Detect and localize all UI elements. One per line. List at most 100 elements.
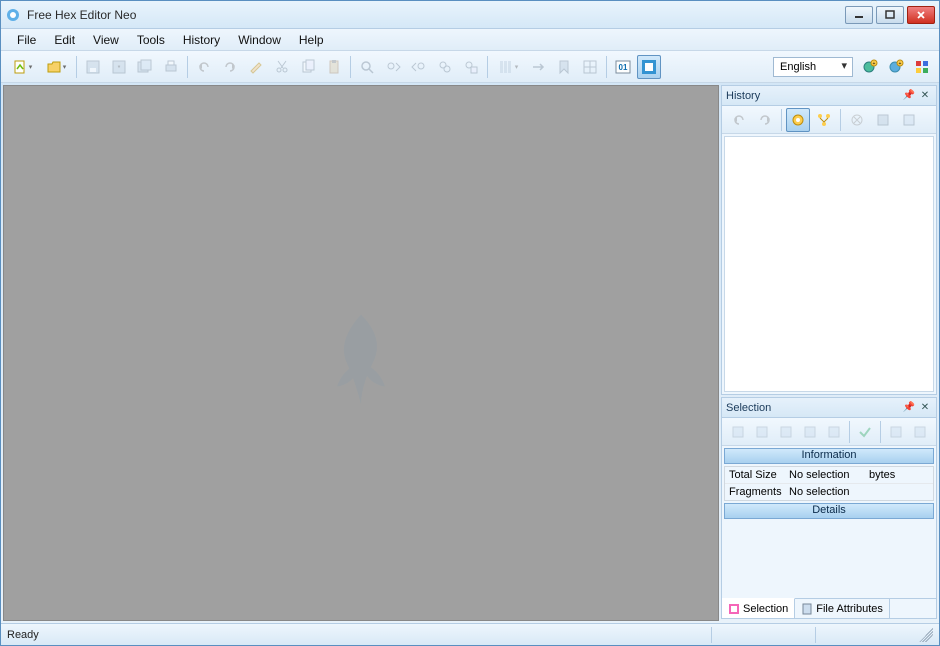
sel4-button [799, 420, 821, 444]
selection-panel: Selection 📌 ✕ Information Total Size No … [721, 397, 937, 619]
flags-button[interactable] [910, 55, 934, 79]
toolbar-separator [487, 56, 488, 78]
undo-button [192, 55, 216, 79]
columns-button: ▾ [492, 55, 524, 79]
toolbar-separator [840, 109, 841, 131]
language-value: English [780, 61, 816, 73]
sel1-button [727, 420, 749, 444]
bookmark-button [552, 55, 576, 79]
editor-workspace [3, 85, 719, 621]
copy-button [296, 55, 320, 79]
undo-sm-button [727, 108, 751, 132]
history-panel: History 📌 ✕ [721, 85, 937, 395]
selection-tabs: Selection File Attributes [722, 598, 936, 618]
toolbar-separator [849, 421, 850, 443]
toolbar-separator [187, 56, 188, 78]
menu-view[interactable]: View [85, 31, 127, 49]
main-toolbar: ▾ ▾ * ▾ 01 English + + [1, 51, 939, 83]
minimize-button[interactable] [845, 6, 873, 24]
grid-button [578, 55, 602, 79]
check-button [854, 420, 876, 444]
history-title: History [726, 90, 900, 102]
sel5-button [823, 420, 845, 444]
resize-grip[interactable] [919, 628, 933, 642]
close-panel-icon[interactable]: ✕ [918, 401, 932, 415]
language-combo[interactable]: English [773, 57, 853, 77]
svg-text:*: * [118, 65, 121, 72]
hist-tree-button[interactable] [812, 108, 836, 132]
save-button [81, 55, 105, 79]
details-body [724, 521, 934, 596]
selection-title: Selection [726, 402, 900, 414]
window-title: Free Hex Editor Neo [27, 8, 845, 22]
maximize-button[interactable] [876, 6, 904, 24]
replace-button [433, 55, 457, 79]
hist-view-button[interactable] [786, 108, 810, 132]
menu-file[interactable]: File [9, 31, 44, 49]
title-bar: Free Hex Editor Neo [1, 1, 939, 29]
print-button [159, 55, 183, 79]
svg-text:01: 01 [619, 63, 628, 72]
menu-tools[interactable]: Tools [129, 31, 173, 49]
selection-tab-icon [728, 603, 740, 615]
details-header: Details [724, 503, 934, 519]
toolbar-separator [781, 109, 782, 131]
save-as-button: * [107, 55, 131, 79]
information-header: Information [724, 448, 934, 464]
sel7-button [909, 420, 931, 444]
globe-plus2-button[interactable]: + [884, 55, 908, 79]
close-button[interactable] [907, 6, 935, 24]
tab-selection[interactable]: Selection [722, 598, 795, 618]
menu-history[interactable]: History [175, 31, 228, 49]
redo-button [218, 55, 242, 79]
sel6-button [885, 420, 907, 444]
status-text: Ready [7, 629, 39, 641]
cut-button [270, 55, 294, 79]
toolbar-separator [880, 421, 881, 443]
dropdown-arrow-icon: ▾ [515, 63, 519, 71]
hist-save-button [871, 108, 895, 132]
svg-text:+: + [899, 61, 902, 67]
find-next-button [381, 55, 405, 79]
watermark-icon [301, 302, 421, 425]
menu-bar: File Edit View Tools History Window Help [1, 29, 939, 51]
hist-load-button [897, 108, 921, 132]
tab-file-attributes[interactable]: File Attributes [795, 599, 890, 618]
toolbar-separator [606, 56, 607, 78]
sel2-button [751, 420, 773, 444]
history-list[interactable] [724, 136, 934, 392]
dropdown-arrow-icon: ▾ [29, 63, 33, 71]
status-cell [711, 627, 811, 643]
svg-text:+: + [873, 61, 876, 67]
selection-toolbar [722, 418, 936, 446]
fullscreen-button[interactable] [637, 55, 661, 79]
sel3-button [775, 420, 797, 444]
hist-clear-button [845, 108, 869, 132]
redo-sm-button [753, 108, 777, 132]
paste-button [322, 55, 346, 79]
save-all-button [133, 55, 157, 79]
goto-button [526, 55, 550, 79]
toolbar-separator [350, 56, 351, 78]
information-table: Total Size No selection bytes Fragments … [724, 466, 934, 501]
toolbar-separator [76, 56, 77, 78]
close-panel-icon[interactable]: ✕ [918, 89, 932, 103]
history-edit-button [244, 55, 268, 79]
status-bar: Ready [1, 623, 939, 645]
globe-plus-button[interactable]: + [858, 55, 882, 79]
open-file-button[interactable]: ▾ [40, 55, 72, 79]
file-attributes-tab-icon [801, 603, 813, 615]
find-prev-button [407, 55, 431, 79]
table-row: Fragments No selection [725, 484, 933, 500]
binary01-button[interactable]: 01 [611, 55, 635, 79]
menu-help[interactable]: Help [291, 31, 332, 49]
pin-icon[interactable]: 📌 [902, 89, 916, 103]
table-row: Total Size No selection bytes [725, 467, 933, 484]
app-icon [5, 7, 21, 23]
find-button [355, 55, 379, 79]
pin-icon[interactable]: 📌 [902, 401, 916, 415]
history-toolbar [722, 106, 936, 134]
menu-window[interactable]: Window [230, 31, 289, 49]
menu-edit[interactable]: Edit [46, 31, 83, 49]
new-file-button[interactable]: ▾ [6, 55, 38, 79]
